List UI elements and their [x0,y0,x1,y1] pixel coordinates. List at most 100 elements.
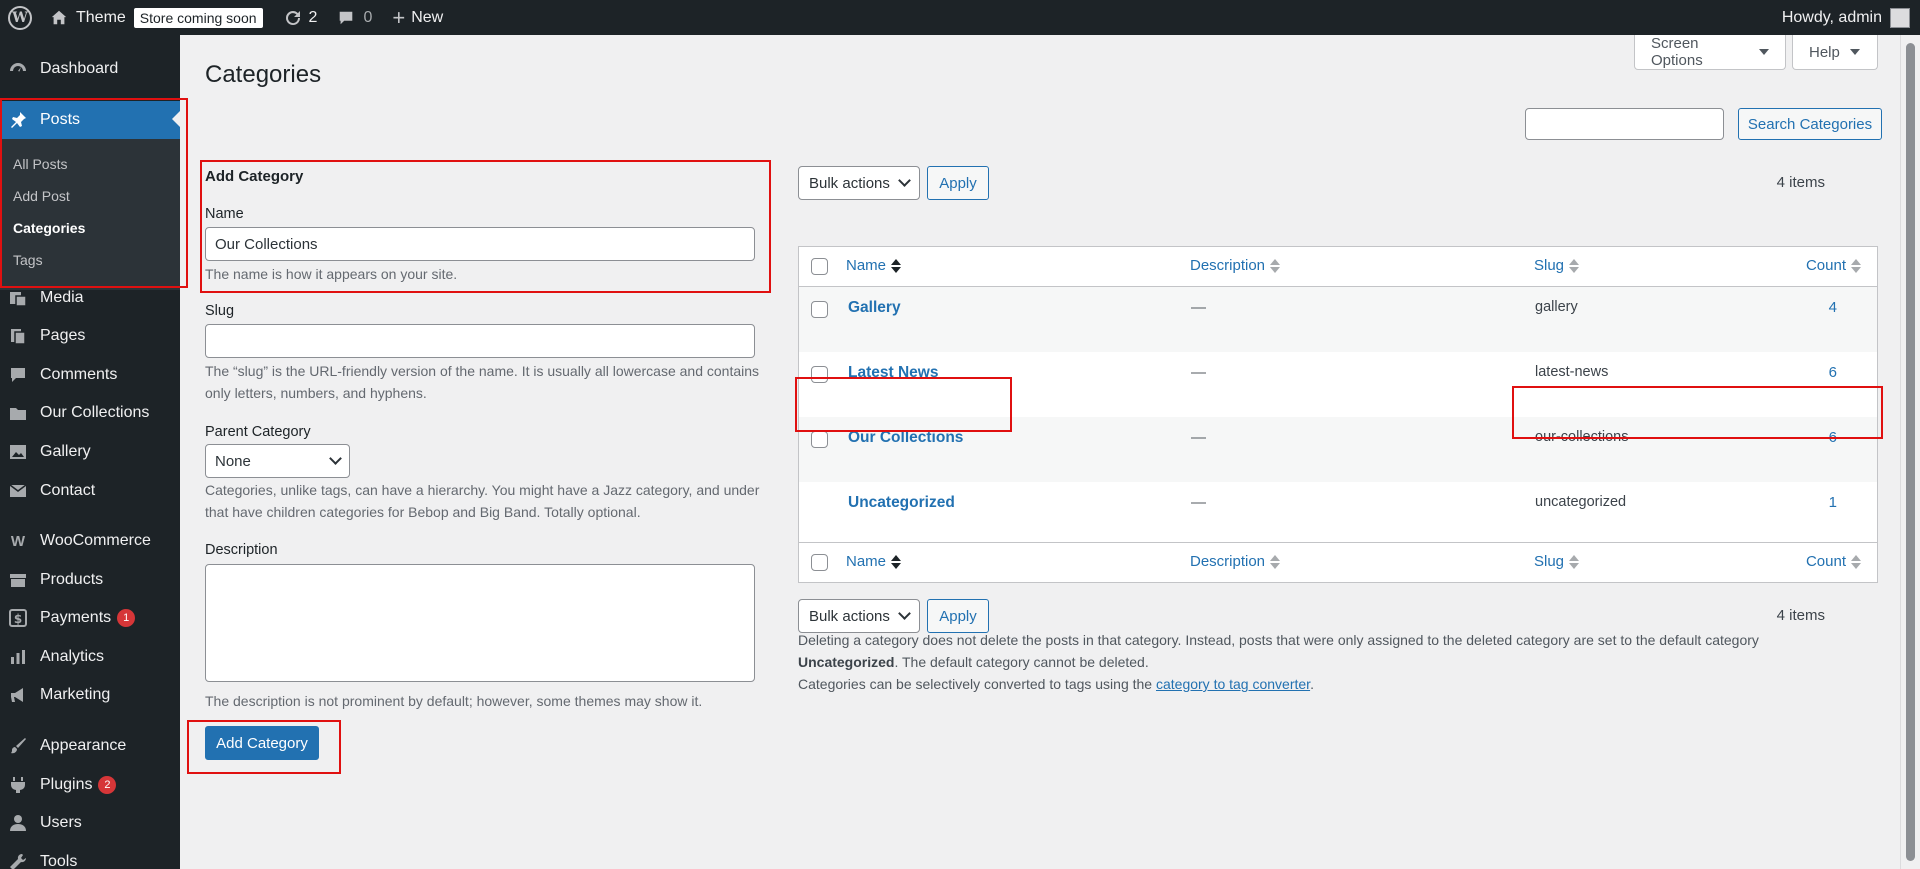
items-count-bottom: 4 items [1776,607,1825,624]
sidebar-item-analytics[interactable]: Analytics [0,639,180,675]
sidebar-item-woocommerce[interactable]: W WooCommerce [0,523,180,559]
delete-note-end: . The default category cannot be deleted… [894,654,1149,670]
category-description-textarea[interactable] [205,564,755,682]
sidebar-item-comments[interactable]: Comments [0,357,180,393]
comments-icon [8,365,28,385]
site-name-link[interactable]: Theme Store coming soon [40,0,273,35]
category-name-link[interactable]: Gallery [848,299,901,317]
chevron-down-icon [898,607,911,620]
category-count-link[interactable]: 6 [1829,364,1837,381]
scrollbar-thumb[interactable] [1906,43,1915,861]
sidebar-item-payments[interactable]: $ Payments 1 [0,600,180,636]
table-footer: Name Description Slug Count [799,542,1877,582]
wrench-icon [8,852,28,869]
new-label: New [411,8,444,26]
apply-button-top[interactable]: Apply [927,166,989,200]
sidebar-label-appearance: Appearance [40,737,127,754]
wordpress-logo-icon[interactable]: W [0,0,40,35]
row-checkbox[interactable] [811,301,828,318]
sidebar-label-products: Products [40,571,104,588]
items-count-top: 4 items [1776,174,1825,191]
sidebar-label-users: Users [40,814,82,831]
help-button[interactable]: Help [1792,35,1878,70]
bulk-actions-select-top[interactable]: Bulk actions [798,166,920,200]
bulk-actions-label: Bulk actions [809,174,890,192]
plug-icon [8,775,28,795]
category-slug: uncategorized [1535,494,1627,510]
category-name-link[interactable]: Uncategorized [848,494,955,512]
paintbrush-icon [8,736,28,756]
footer-slug-label: Slug [1534,553,1565,570]
screen-options-button[interactable]: Screen Options [1634,35,1786,70]
category-search-input[interactable] [1525,108,1724,140]
updates-icon [285,10,300,25]
select-all-checkbox-footer[interactable] [811,554,828,571]
screen-options-label: Screen Options [1651,35,1703,69]
page-title: Categories [205,61,322,88]
footer-column-slug[interactable]: Slug [1534,553,1580,570]
sidebar-item-gallery[interactable]: Gallery [0,434,180,470]
select-all-checkbox[interactable] [811,258,828,275]
sort-arrows-icon [1270,554,1281,569]
caret-down-icon [1849,49,1860,55]
category-slug-input[interactable] [205,324,755,358]
plus-icon: + [392,4,406,30]
updates-link[interactable]: 2 [273,0,328,35]
table-header: Name Description Slug Count [799,247,1877,287]
category-count-link[interactable]: 4 [1829,299,1837,316]
home-icon [51,10,67,24]
description-help-text: The description is not prominent by defa… [205,693,703,709]
row-checkbox[interactable] [811,431,828,448]
column-count-header[interactable]: Count [1806,257,1861,274]
sidebar-label-media: Media [40,289,84,306]
pages-icon [8,326,28,346]
new-content-link[interactable]: + New [382,0,453,35]
sidebar-item-our-collections[interactable]: Our Collections [0,395,180,431]
sidebar-item-appearance[interactable]: Appearance [0,728,180,764]
category-to-tag-converter-link[interactable]: category to tag converter [1156,676,1310,692]
dashboard-icon [8,59,28,79]
my-account[interactable]: Howdy, admin [1782,0,1920,35]
sidebar-item-users[interactable]: Users [0,805,180,841]
updates-count: 2 [308,8,318,26]
highlight-box-name-field [200,160,771,293]
slug-help-text: The “slug” is the URL-friendly version o… [205,363,760,401]
parent-category-value: None [215,452,251,470]
sidebar-label-comments: Comments [40,366,118,383]
sidebar-item-pages[interactable]: Pages [0,318,180,354]
sidebar-label-plugins: Plugins [40,776,93,793]
sidebar-label-payments: Payments [40,609,112,626]
sidebar-item-tools[interactable]: Tools [0,844,180,869]
store-status-badge[interactable]: Store coming soon [133,7,263,28]
sidebar-label-dashboard: Dashboard [40,60,119,77]
footer-column-name[interactable]: Name [846,553,902,570]
megaphone-icon [8,685,28,705]
apply-button-bottom[interactable]: Apply [927,599,989,633]
page-scrollbar[interactable] [1900,35,1920,869]
column-description-label: Description [1190,257,1266,274]
highlight-box-slug-count [1512,386,1883,439]
category-description: — [1191,429,1206,446]
chevron-down-icon [329,452,342,465]
column-name-header[interactable]: Name [846,257,902,274]
sort-arrows-icon [891,554,902,569]
parent-category-select[interactable]: None [205,444,350,478]
sidebar-item-products[interactable]: Products [0,562,180,598]
comments-link[interactable]: 0 [327,0,382,35]
footer-column-count[interactable]: Count [1806,553,1861,570]
column-slug-header[interactable]: Slug [1534,257,1580,274]
delete-note-text: Deleting a category does not delete the … [798,632,1759,648]
sidebar-item-contact[interactable]: Contact [0,473,180,509]
column-description-header[interactable]: Description [1190,257,1281,274]
envelope-icon [8,481,28,501]
sidebar-item-dashboard[interactable]: Dashboard [0,51,180,87]
sidebar-item-plugins[interactable]: Plugins 2 [0,767,180,803]
category-count-link[interactable]: 1 [1829,494,1837,511]
search-categories-button[interactable]: Search Categories [1738,108,1882,140]
bulk-actions-select-bottom[interactable]: Bulk actions [798,599,920,633]
footer-count-label: Count [1805,553,1846,570]
sidebar-label-our-collections: Our Collections [40,404,150,421]
sort-arrows-icon [1270,258,1281,273]
sidebar-item-marketing[interactable]: Marketing [0,677,180,713]
footer-column-description[interactable]: Description [1190,553,1281,570]
